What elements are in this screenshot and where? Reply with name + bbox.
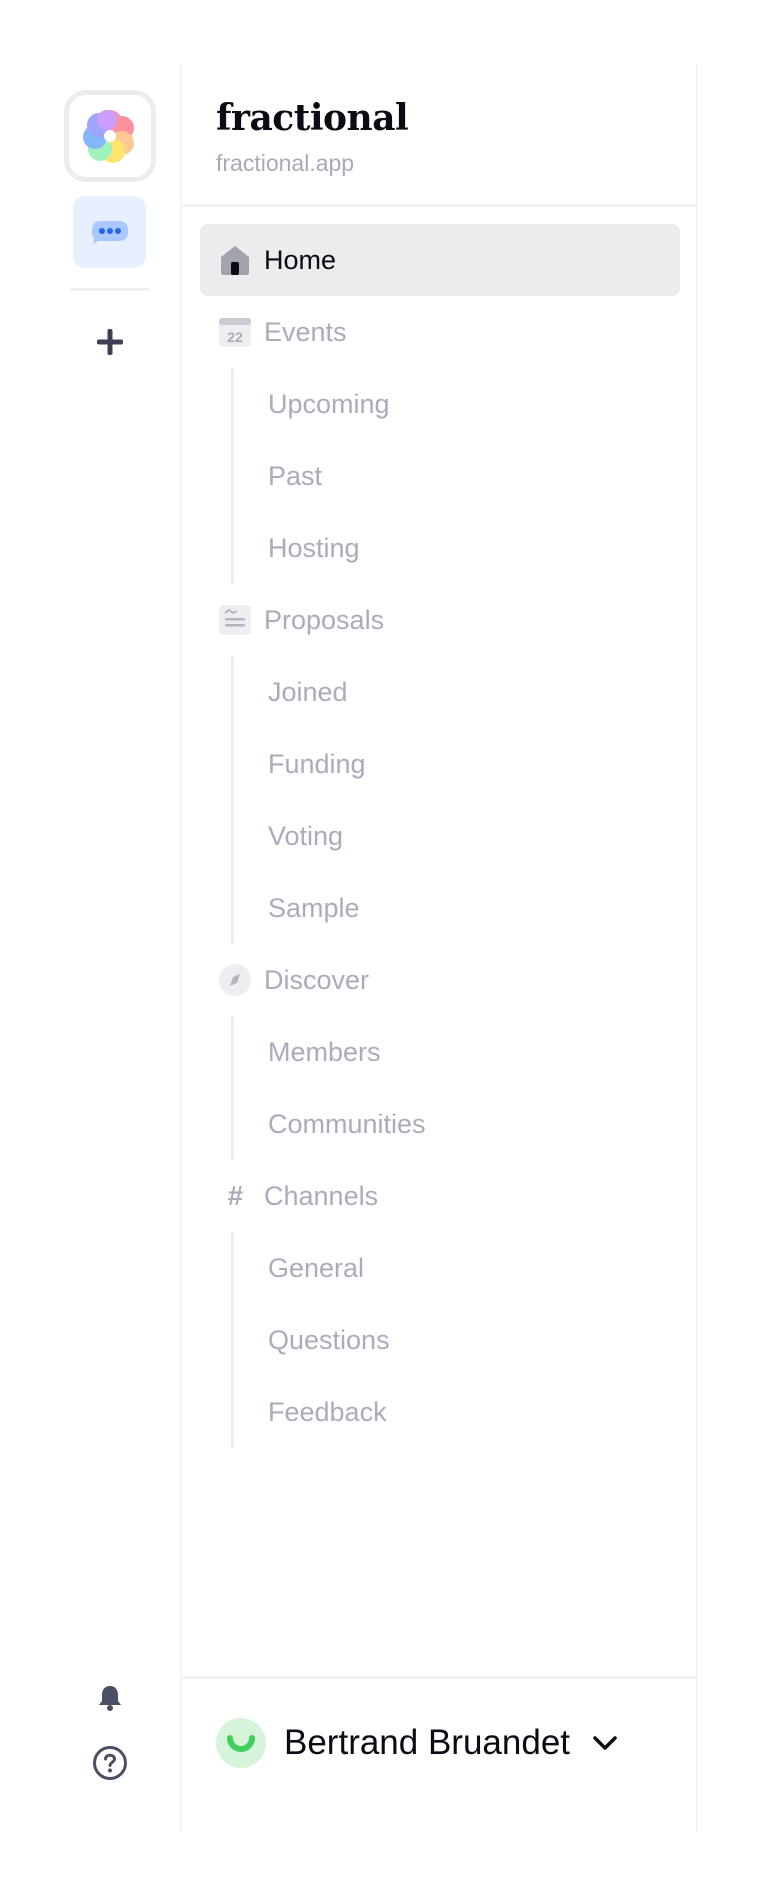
proposals-subnav: Joined Funding Voting Sample: [200, 656, 680, 944]
sidebar-item-communities[interactable]: Communities: [200, 1088, 680, 1160]
help-icon: [93, 1746, 127, 1780]
community-sidebar: fractional fractional.app Home 22 Events…: [182, 64, 698, 1832]
calendar-day-text: 22: [227, 329, 243, 345]
community-switcher-fractional[interactable]: [64, 90, 156, 182]
nav-item-proposals[interactable]: Proposals: [200, 584, 680, 656]
nav-item-discover[interactable]: Discover: [200, 944, 680, 1016]
plus-icon: [97, 329, 123, 355]
events-subnav: Upcoming Past Hosting: [200, 368, 680, 584]
messages-button[interactable]: [73, 196, 146, 268]
channels-subnav: General Questions Feedback: [200, 1232, 680, 1448]
sidebar-item-hosting[interactable]: Hosting: [200, 512, 680, 584]
proposal-doc-icon: [218, 603, 252, 637]
nav-item-events-label: Events: [264, 316, 347, 347]
add-community-button[interactable]: [90, 322, 130, 362]
sidebar-item-questions[interactable]: Questions: [200, 1304, 680, 1376]
community-title: fractional: [216, 97, 409, 139]
nav-item-discover-label: Discover: [264, 964, 370, 995]
sidebar-item-sample[interactable]: Sample: [200, 872, 680, 944]
avatar: [216, 1718, 266, 1768]
discover-subnav: Members Communities: [200, 1016, 680, 1160]
chevron-down-icon: [592, 1734, 618, 1752]
help-button[interactable]: [90, 1743, 130, 1783]
nav-item-events[interactable]: 22 Events: [200, 296, 680, 368]
nav-item-home[interactable]: Home: [200, 224, 680, 296]
community-domain: fractional.app: [216, 150, 355, 176]
smile-avatar-icon: [227, 1735, 255, 1752]
calendar-icon: 22: [218, 315, 252, 349]
bell-icon: [99, 1686, 121, 1711]
community-header: fractional fractional.app: [216, 96, 409, 177]
sidebar-item-general[interactable]: General: [200, 1232, 680, 1304]
sidebar-item-funding[interactable]: Funding: [200, 728, 680, 800]
sidebar-item-joined[interactable]: Joined: [200, 656, 680, 728]
app-rail: [0, 64, 182, 1832]
nav-item-proposals-label: Proposals: [264, 604, 385, 635]
compass-icon: [218, 963, 252, 997]
notifications-button[interactable]: [90, 1678, 130, 1718]
sidebar-item-feedback[interactable]: Feedback: [200, 1376, 680, 1448]
home-icon: [218, 243, 252, 277]
nav-item-home-label: Home: [264, 244, 337, 275]
sidebar-nav: Home 22 Events Upcoming Past Hosting Pro…: [200, 224, 680, 1448]
hash-icon: #: [227, 1180, 243, 1211]
sidebar-item-past[interactable]: Past: [200, 440, 680, 512]
nav-item-channels[interactable]: # Channels: [200, 1160, 680, 1232]
sidebar-item-voting[interactable]: Voting: [200, 800, 680, 872]
header-divider: [182, 204, 696, 207]
rail-divider: [70, 288, 150, 291]
user-menu-button[interactable]: Bertrand Bruandet: [216, 1716, 618, 1770]
nav-item-channels-label: Channels: [264, 1180, 379, 1211]
user-name: Bertrand Bruandet: [284, 1723, 571, 1762]
chat-bubble-icon: [91, 221, 128, 244]
sidebar-item-upcoming[interactable]: Upcoming: [200, 368, 680, 440]
sidebar-item-members[interactable]: Members: [200, 1016, 680, 1088]
flower-logo-icon: [83, 110, 134, 163]
footer-divider: [182, 1676, 696, 1679]
